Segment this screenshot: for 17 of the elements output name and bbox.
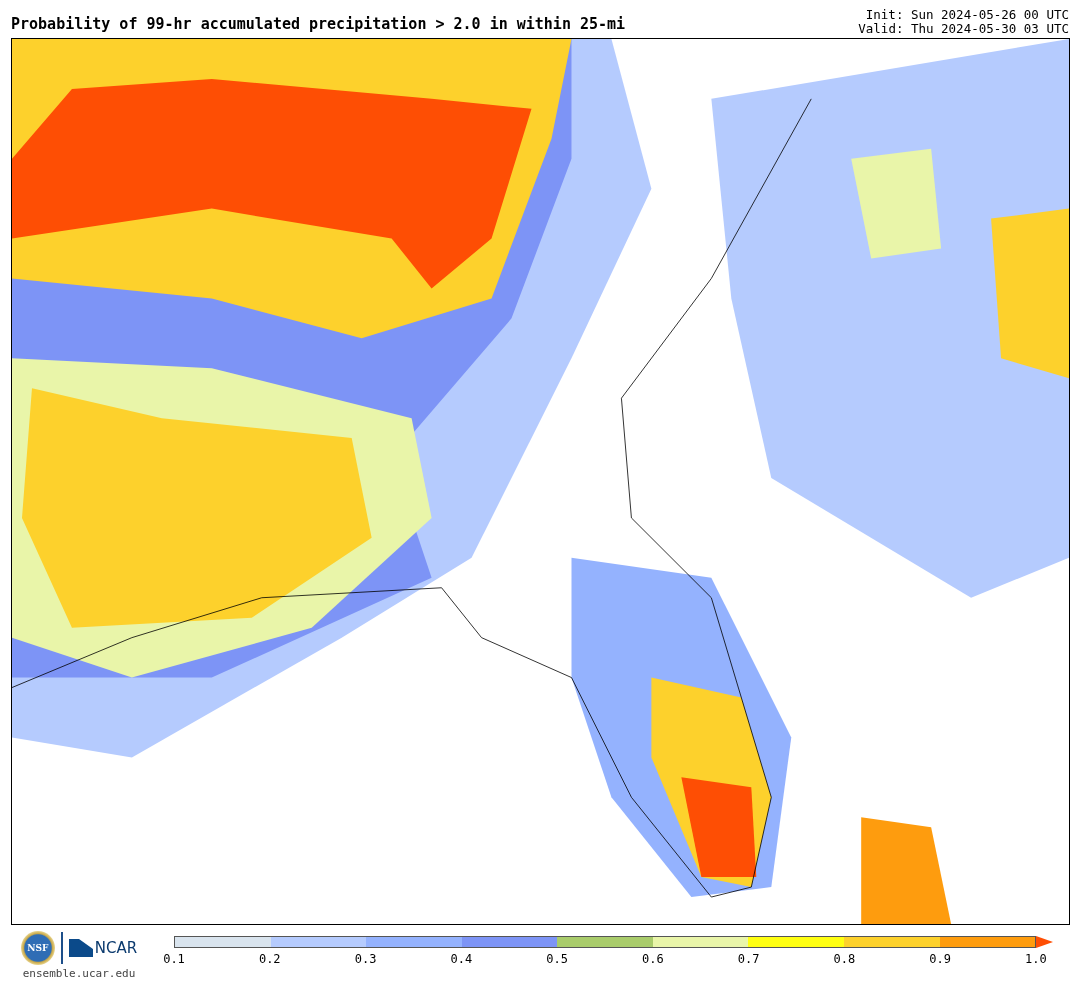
colorbar-tick-label: 0.6: [641, 952, 665, 966]
colorbar-tick-label: 0.8: [832, 952, 857, 966]
triangle-logo-icon: [68, 939, 93, 957]
colorbar-tick-label: 0.3: [353, 952, 378, 966]
colorbar-tick-label: 0.7: [736, 952, 761, 966]
colorbar-tick-label: 0.1: [162, 952, 186, 966]
colorbar-tick-label: 0.2: [257, 952, 282, 966]
chart-title: Probability of 99-hr accumulated precipitation > 2.0 in within 25-mi: [11, 15, 626, 35]
website-url: ensemble.ucar.edu: [22, 967, 136, 980]
colorbar-tick-label: 1.0: [1024, 952, 1048, 966]
colorbar-tick-label: 0.5: [545, 952, 569, 966]
ncar-logo-text: NCAR: [94, 939, 138, 957]
colorbar-tick-label: 0.9: [928, 952, 952, 966]
colorbar-tick-label: 0.4: [449, 952, 474, 966]
init-time: Init: Sun 2024-05-26 00 UTC: [865, 8, 1069, 22]
valid-time: Valid: Thu 2024-05-30 03 UTC: [858, 22, 1069, 36]
nsf-logo: NSF: [20, 931, 55, 965]
